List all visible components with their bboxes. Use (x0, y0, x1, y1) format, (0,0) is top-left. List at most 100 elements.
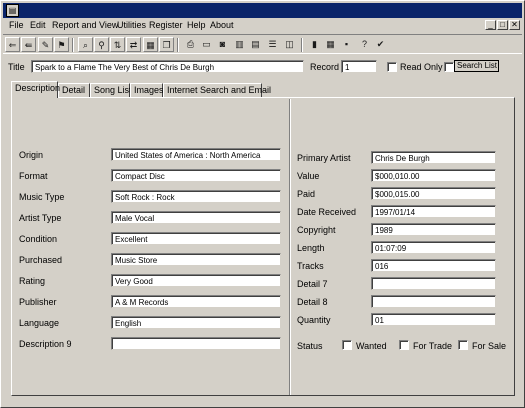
copyright-field[interactable]: 1989 (371, 223, 496, 236)
date-received-label: Date Received (297, 207, 357, 217)
title-bar[interactable]: ▤ (3, 3, 522, 18)
toolbar: ⇐ ⇚ ✎ ⚑ ⌕ ⚲ ⇅ ⇄ ▦ ❐ ⎙ ▭ ◙ ▥ ▤ ☰ ◫ ▮ ▦ ▪ … (3, 34, 522, 54)
restore-button[interactable]: □ (497, 20, 508, 30)
title-field[interactable]: Spark to a Flame The Very Best of Chris … (31, 60, 304, 73)
minimize-button[interactable]: _ (485, 20, 496, 30)
camera-icon[interactable]: ◙ (215, 37, 230, 52)
detail-7-label: Detail 7 (297, 279, 328, 289)
condition-label: Condition (19, 234, 58, 244)
tracks-label: Tracks (297, 261, 324, 271)
tab-detail[interactable]: Detail (58, 83, 90, 98)
for-sale-checkbox[interactable] (458, 340, 468, 350)
find-icon[interactable]: ⌕ (78, 37, 93, 52)
replace-icon[interactable]: ⇄ (126, 37, 141, 52)
menu-edit[interactable]: Edit (30, 20, 46, 30)
save-icon[interactable]: ▪ (339, 37, 354, 52)
origin-label: Origin (19, 150, 44, 160)
quantity-label: Quantity (297, 315, 331, 325)
condition-field[interactable]: Excellent (111, 232, 281, 245)
check-icon[interactable]: ✔ (373, 37, 388, 52)
paid-label: Paid (297, 189, 316, 199)
column-divider (289, 99, 291, 395)
detail-7-field[interactable] (371, 277, 496, 290)
detail-8-label: Detail 8 (297, 297, 328, 307)
length-field[interactable]: 01:07:09 (371, 241, 496, 254)
toolbar-separator (72, 38, 74, 52)
for-sale-label: For Sale (472, 341, 507, 351)
sort-icon[interactable]: ⇅ (110, 37, 125, 52)
search-list-label[interactable]: Search List (454, 60, 499, 72)
toolbar-separator (301, 38, 303, 52)
copyright-label: Copyright (297, 225, 336, 235)
record-label: Record (310, 62, 340, 72)
purchased-field[interactable]: Music Store (111, 253, 281, 266)
menu-about[interactable]: About (210, 20, 234, 30)
tab-song-list[interactable]: Song List (90, 83, 132, 98)
close-button[interactable]: ✕ (509, 20, 520, 30)
spreadsheet-icon[interactable]: ▦ (323, 37, 338, 52)
wanted-checkbox[interactable] (342, 340, 352, 350)
rating-field[interactable]: Very Good (111, 274, 281, 287)
format-field[interactable]: Compact Disc (111, 169, 281, 182)
bookmark-icon[interactable]: ⚑ (54, 37, 69, 52)
date-received-field[interactable]: 1997/01/14 (371, 205, 496, 218)
description-9-field[interactable] (111, 337, 281, 350)
language-label: Language (19, 318, 60, 328)
detail-8-field[interactable] (371, 295, 496, 308)
publisher-label: Publisher (19, 297, 57, 307)
chart-icon[interactable]: ▥ (232, 37, 247, 52)
tracks-field[interactable]: 016 (371, 259, 496, 272)
tab-images[interactable]: Images (130, 83, 164, 98)
language-field[interactable]: English (111, 316, 281, 329)
menu-utilities[interactable]: Utilities (117, 20, 146, 30)
value-label: Value (297, 171, 320, 181)
tab-description[interactable]: Description (11, 81, 60, 98)
rating-label: Rating (19, 276, 46, 286)
menu-file[interactable]: File (9, 20, 24, 30)
wanted-label: Wanted (356, 341, 387, 351)
edit-icon[interactable]: ✎ (38, 37, 53, 52)
table-icon[interactable]: ▤ (248, 37, 263, 52)
copy-icon[interactable]: ❐ (159, 37, 174, 52)
open-icon[interactable]: ⇐ (5, 37, 20, 52)
menu-help[interactable]: Help (187, 20, 206, 30)
read-only-checkbox[interactable] (387, 62, 397, 72)
read-only-label: Read Only (400, 62, 443, 72)
grid-icon[interactable]: ▦ (143, 37, 158, 52)
document-window-controls: _ □ ✕ (485, 20, 520, 30)
artist-type-label: Artist Type (19, 213, 62, 223)
description-9-label: Description 9 (19, 339, 72, 349)
music-type-field[interactable]: Soft Rock : Rock (111, 190, 281, 203)
main-window: ▤ File Edit Report and View Utilities Re… (0, 0, 525, 408)
for-trade-checkbox[interactable] (399, 340, 409, 350)
search-list-checkbox[interactable] (444, 62, 454, 72)
artist-type-field[interactable]: Male Vocal (111, 211, 281, 224)
toolbar-separator (177, 38, 179, 52)
title-label: Title (8, 62, 25, 72)
value-field[interactable]: $000,010.00 (371, 169, 496, 182)
app-icon[interactable]: ▤ (6, 4, 19, 17)
help-icon[interactable]: ? (357, 37, 372, 52)
report-icon[interactable]: ☰ (265, 37, 280, 52)
primary-artist-field[interactable]: Chris De Burgh (371, 151, 496, 164)
status-label: Status (297, 341, 323, 351)
tab-internet-search-and-email[interactable]: Internet Search and Email (163, 83, 271, 98)
calculator-icon[interactable]: ▮ (307, 37, 322, 52)
purchased-label: Purchased (19, 255, 63, 265)
print-icon[interactable]: ⎙ (183, 37, 198, 52)
format-label: Format (19, 171, 48, 181)
primary-artist-label: Primary Artist (297, 153, 351, 163)
menu-register[interactable]: Register (149, 20, 183, 30)
publisher-field[interactable]: A & M Records (111, 295, 281, 308)
filter-icon[interactable]: ⚲ (94, 37, 109, 52)
menu-bar: File Edit Report and View Utilities Regi… (3, 18, 522, 34)
preview-icon[interactable]: ▭ (199, 37, 214, 52)
record-field[interactable]: 1 (341, 60, 377, 73)
label-icon[interactable]: ◫ (282, 37, 297, 52)
menu-report-and-view[interactable]: Report and View (52, 20, 118, 30)
prev-record-icon[interactable]: ⇚ (21, 37, 36, 52)
origin-field[interactable]: United States of America : North America (111, 148, 281, 161)
paid-field[interactable]: $000,015.00 (371, 187, 496, 200)
for-trade-label: For Trade (413, 341, 453, 351)
quantity-field[interactable]: 01 (371, 313, 496, 326)
